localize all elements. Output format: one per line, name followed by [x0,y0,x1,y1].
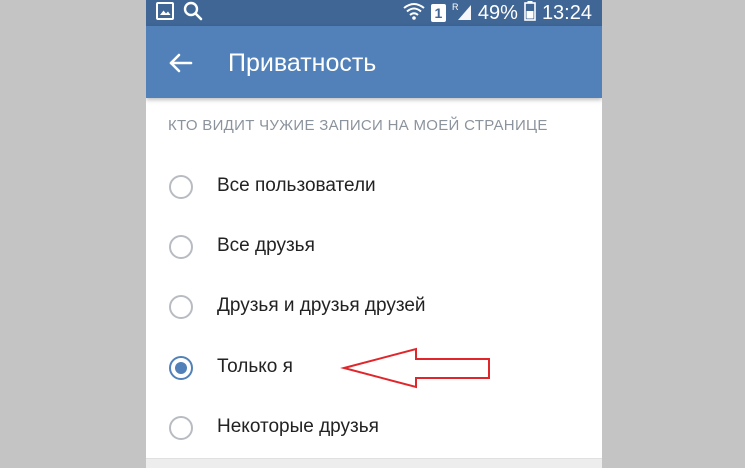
option-some-friends[interactable]: Некоторые друзья [146,398,602,458]
battery-percent: 49% [477,2,518,24]
radio-button[interactable] [169,416,193,440]
clock: 13:24 [541,2,592,24]
section-header: КТО ВИДИТ ЧУЖИЕ ЗАПИСИ НА МОЕЙ СТРАНИЦЕ [168,117,548,134]
option-friends-of-friends[interactable]: Друзья и друзья друзей [146,277,602,337]
phone-screen: 1 R 49% 13:24 Приватность КТО ВИДИТ ЧУЖИ… [146,0,602,468]
option-label: Все друзья [217,235,315,256]
image-icon [156,1,174,25]
battery-icon [524,0,536,26]
sim-slot-number: 1 [434,5,443,21]
bottom-divider [146,458,602,468]
status-bar: 1 R 49% 13:24 [146,0,602,26]
radio-button[interactable] [169,235,193,259]
option-label: Только я [217,356,293,377]
svg-text:R: R [452,2,459,12]
sim-icon: 1 [430,4,446,22]
search-icon [183,1,203,26]
option-label: Друзья и друзья друзей [217,295,426,316]
option-only-me[interactable]: Только я [146,338,602,398]
app-bar: Приватность [146,26,602,98]
option-all-users[interactable]: Все пользователи [146,157,602,217]
page-title: Приватность [228,49,377,77]
radio-button[interactable] [169,295,193,319]
wifi-icon [403,2,425,25]
option-label: Некоторые друзья [217,416,379,437]
radio-button[interactable] [169,175,193,199]
option-label: Все пользователи [217,175,376,196]
arrow-left-icon[interactable] [166,48,196,78]
signal-icon: R [452,1,472,26]
radio-button-selected[interactable] [169,356,193,380]
option-all-friends[interactable]: Все друзья [146,217,602,277]
